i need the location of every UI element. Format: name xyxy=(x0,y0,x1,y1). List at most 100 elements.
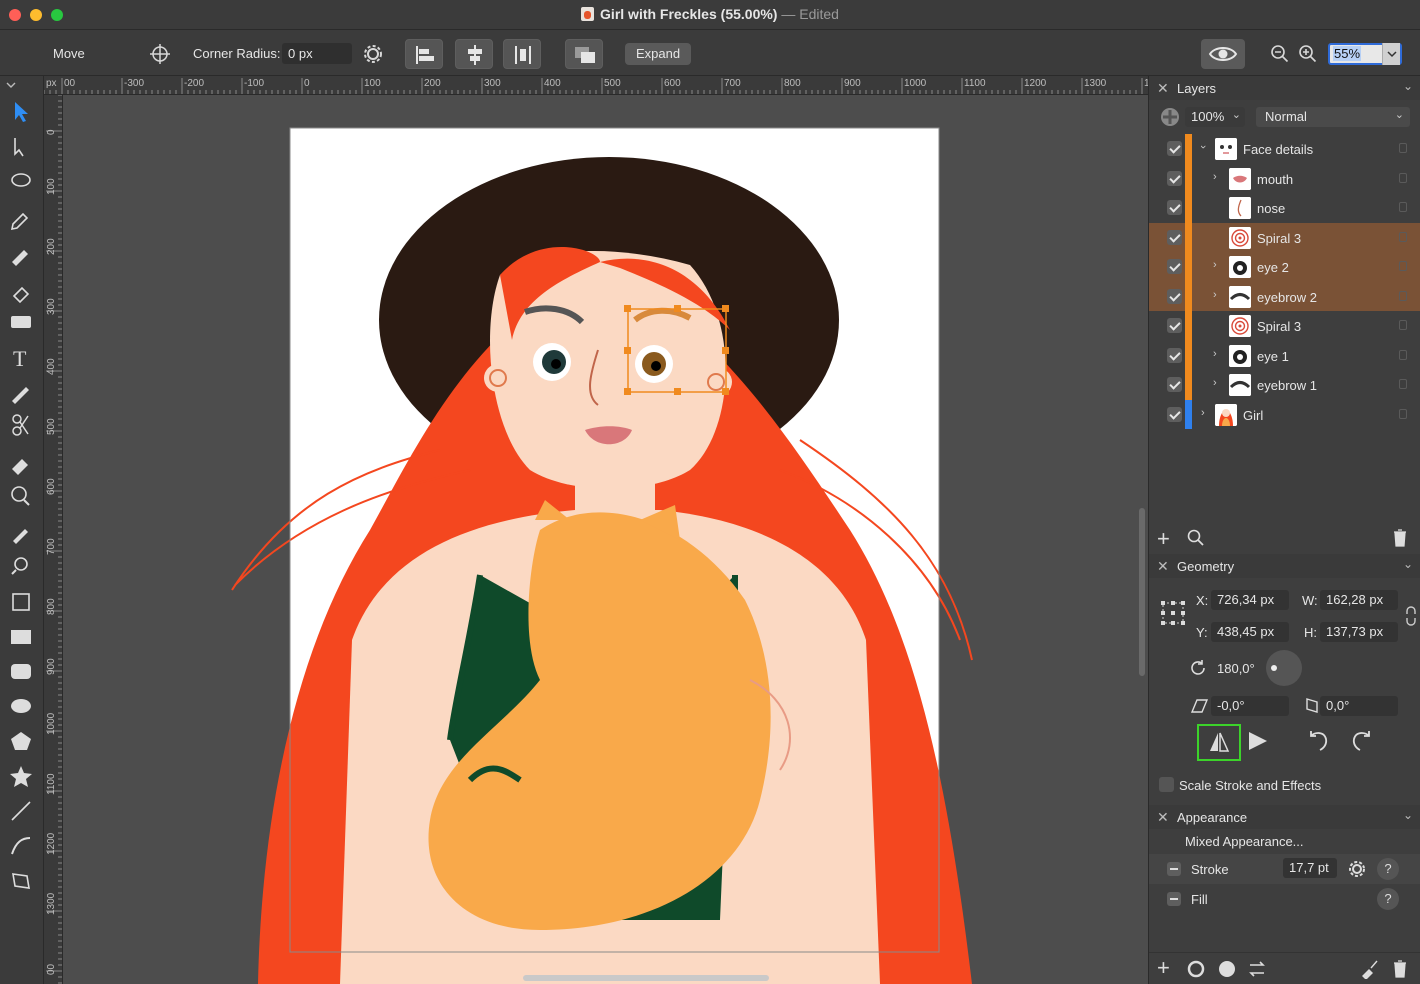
zoom-dropdown-chevron-icon[interactable] xyxy=(1382,43,1400,65)
layer-lock-icon[interactable] xyxy=(1399,349,1407,360)
blend-mode-select[interactable]: Normal ⌄ xyxy=(1256,107,1410,127)
layer-lock-icon[interactable] xyxy=(1399,379,1407,389)
layer-visibility-checkbox[interactable] xyxy=(1167,229,1182,245)
layers-panel-chevron-icon[interactable]: ⌄ xyxy=(1403,79,1413,93)
layer-opacity-value[interactable]: 100% xyxy=(1191,109,1224,124)
close-geometry-icon[interactable]: ✕ xyxy=(1157,558,1169,575)
rotation-dial-knob[interactable] xyxy=(1271,665,1277,671)
arrange-button[interactable] xyxy=(565,39,603,69)
geometry-panel-chevron-icon[interactable]: ⌄ xyxy=(1403,557,1413,571)
swap-icon[interactable] xyxy=(1247,959,1267,979)
add-appearance-icon[interactable]: + xyxy=(1157,955,1170,981)
lock-aspect-ratio-icon[interactable] xyxy=(1405,606,1417,626)
rotation-field[interactable]: 180,0° xyxy=(1211,659,1261,679)
layer-row[interactable]: Spiral 3 xyxy=(1149,222,1420,252)
x-position-field[interactable]: 726,34 px xyxy=(1211,590,1289,610)
clear-appearance-brush-icon[interactable] xyxy=(1359,959,1379,979)
layer-disclosure-chevron-icon[interactable]: › xyxy=(1213,259,1217,271)
layer-visibility-checkbox[interactable] xyxy=(1167,288,1182,304)
layer-lock-icon[interactable] xyxy=(1399,408,1407,419)
layer-disclosure-chevron-icon[interactable]: › xyxy=(1201,407,1205,419)
rotate-counterclockwise-icon[interactable] xyxy=(1307,729,1331,753)
width-field[interactable]: 162,28 px xyxy=(1320,590,1398,610)
layer-search-icon[interactable] xyxy=(1186,528,1206,548)
layer-row[interactable]: › Face details xyxy=(1149,134,1420,164)
zoom-level-field[interactable]: 55% xyxy=(1328,43,1402,65)
layer-row[interactable]: › eye 2 xyxy=(1149,252,1420,282)
stroke-width-field[interactable]: 17,7 pt xyxy=(1283,858,1337,878)
layer-lock-icon[interactable] xyxy=(1399,261,1407,271)
layer-lock-icon[interactable] xyxy=(1399,290,1407,301)
distribute-button[interactable] xyxy=(503,39,541,69)
transform-origin-icon[interactable] xyxy=(145,39,175,69)
layer-lock-icon[interactable] xyxy=(1399,231,1407,242)
y-position-field[interactable]: 438,45 px xyxy=(1211,622,1289,642)
artwork-girl-with-freckles[interactable] xyxy=(63,95,1148,984)
layer-lock-icon[interactable] xyxy=(1399,202,1407,212)
layer-disclosure-chevron-icon[interactable]: › xyxy=(1213,289,1217,301)
scale-stroke-checkbox[interactable] xyxy=(1159,777,1174,792)
zoom-out-icon[interactable] xyxy=(1265,39,1295,69)
opacity-checker-icon[interactable] xyxy=(1159,106,1181,128)
fill-help-button[interactable]: ? xyxy=(1377,888,1399,910)
align-center-button[interactable] xyxy=(455,39,493,69)
layer-lock-icon[interactable] xyxy=(1399,320,1407,330)
close-layers-icon[interactable]: ✕ xyxy=(1157,80,1169,97)
zoom-level-value[interactable]: 55% xyxy=(1333,46,1362,61)
appearance-panel-chevron-icon[interactable]: ⌄ xyxy=(1403,808,1413,822)
layer-row[interactable]: Spiral 3 xyxy=(1149,311,1420,341)
layer-row[interactable]: › Girl xyxy=(1149,399,1420,429)
rotation-dial[interactable] xyxy=(1266,650,1302,686)
blend-mode-value[interactable]: Normal xyxy=(1265,109,1307,124)
skew-field[interactable]: -0,0° xyxy=(1211,696,1289,716)
layer-visibility-checkbox[interactable] xyxy=(1167,259,1182,274)
layer-visibility-checkbox[interactable] xyxy=(1167,200,1182,215)
close-appearance-icon[interactable]: ✕ xyxy=(1157,809,1169,826)
add-fill-icon[interactable] xyxy=(1217,959,1237,979)
fill-toggle-icon[interactable] xyxy=(1167,892,1181,906)
horizontal-scrollbar[interactable] xyxy=(523,975,769,981)
delete-layer-trash-icon[interactable] xyxy=(1392,528,1408,548)
corner-settings-gear-icon[interactable] xyxy=(358,39,388,69)
layer-visibility-checkbox[interactable] xyxy=(1167,141,1182,156)
layer-lock-icon[interactable] xyxy=(1399,172,1407,183)
layer-disclosure-chevron-icon[interactable]: › xyxy=(1197,145,1209,149)
layer-row[interactable]: › eyebrow 1 xyxy=(1149,370,1420,400)
add-layer-icon[interactable]: + xyxy=(1157,526,1170,552)
layer-visibility-checkbox[interactable] xyxy=(1167,406,1182,422)
blend-mode-chevron-icon[interactable]: ⌄ xyxy=(1395,108,1404,121)
layer-row[interactable]: › mouth xyxy=(1149,163,1420,193)
view-mode-eye-button[interactable] xyxy=(1201,39,1245,69)
layer-disclosure-chevron-icon[interactable]: › xyxy=(1213,348,1217,360)
vertical-scrollbar[interactable] xyxy=(1139,508,1145,676)
layer-disclosure-chevron-icon[interactable]: › xyxy=(1213,377,1217,389)
layer-opacity-field[interactable]: 100% ⌄ xyxy=(1185,107,1245,127)
layer-row[interactable]: nose xyxy=(1149,193,1420,223)
layer-row[interactable]: › eyebrow 2 xyxy=(1149,281,1420,311)
layer-visibility-checkbox[interactable] xyxy=(1167,347,1182,363)
stroke-toggle-icon[interactable] xyxy=(1167,862,1181,876)
stroke-settings-gear-icon[interactable] xyxy=(1346,858,1368,880)
layer-lock-icon[interactable] xyxy=(1399,143,1407,153)
layer-visibility-checkbox[interactable] xyxy=(1167,170,1182,186)
opacity-dropdown-chevron-icon[interactable]: ⌄ xyxy=(1232,108,1241,121)
expand-button[interactable]: Expand xyxy=(625,43,691,65)
layer-visibility-checkbox[interactable] xyxy=(1167,377,1182,392)
align-left-button[interactable] xyxy=(405,39,443,69)
layer-visibility-checkbox[interactable] xyxy=(1167,318,1182,333)
layer-row[interactable]: › eye 1 xyxy=(1149,340,1420,370)
corner-radius-field[interactable]: 0 px xyxy=(282,43,352,64)
stroke-help-button[interactable]: ? xyxy=(1377,858,1399,880)
fill-row[interactable]: Fill ? xyxy=(1149,884,1420,914)
anchor-point-selector-icon[interactable] xyxy=(1159,599,1187,627)
flip-horizontal-button[interactable] xyxy=(1197,724,1241,761)
canvas-area[interactable] xyxy=(63,95,1148,984)
stroke-row[interactable]: Stroke 17,7 pt ? xyxy=(1149,854,1420,884)
flip-vertical-button[interactable] xyxy=(1243,726,1273,756)
layer-disclosure-chevron-icon[interactable]: › xyxy=(1213,171,1217,183)
zoom-in-icon[interactable] xyxy=(1293,39,1323,69)
shear-field[interactable]: 0,0° xyxy=(1320,696,1398,716)
delete-appearance-trash-icon[interactable] xyxy=(1392,959,1408,979)
height-field[interactable]: 137,73 px xyxy=(1320,622,1398,642)
add-stroke-icon[interactable] xyxy=(1186,959,1206,979)
